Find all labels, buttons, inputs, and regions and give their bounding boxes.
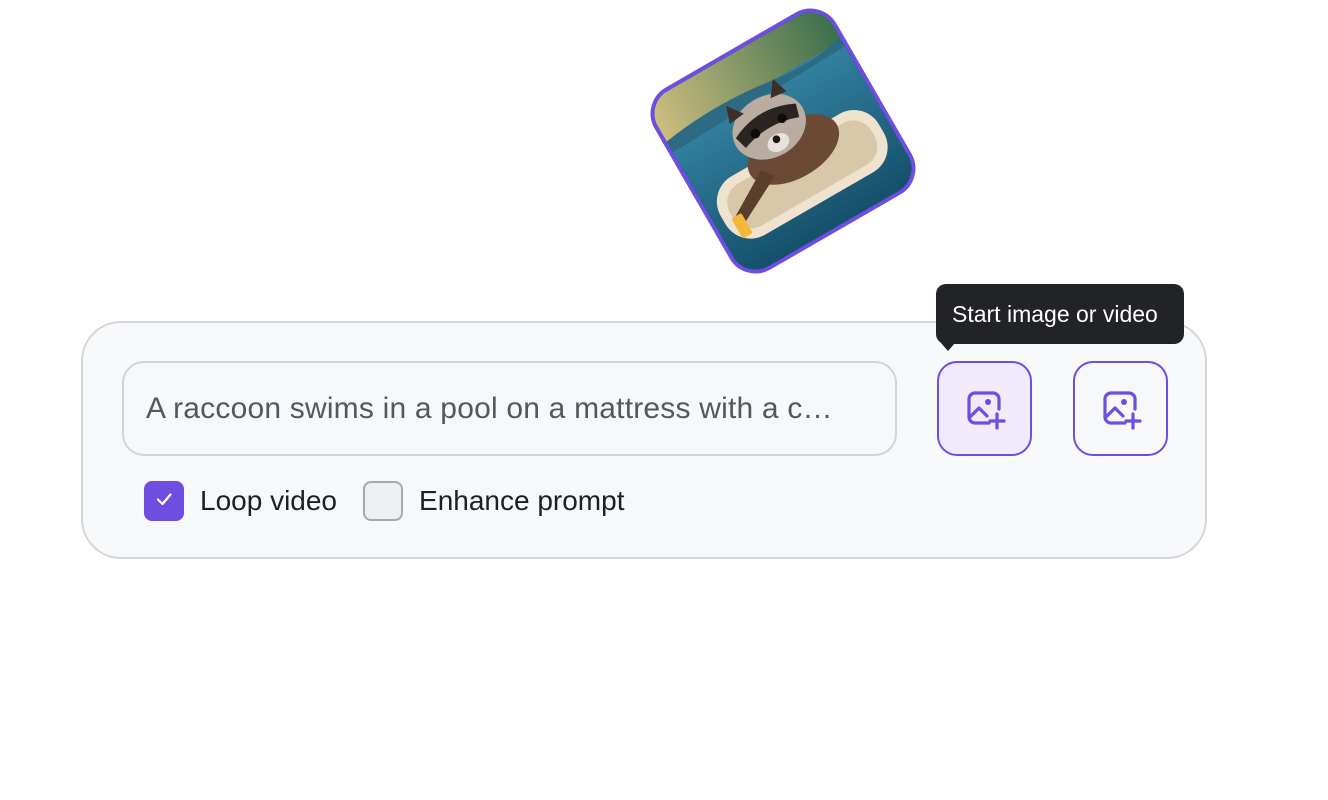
prompt-input-text: A raccoon swims in a pool on a mattress … xyxy=(146,391,833,425)
app-stage: A raccoon swims in a pool on a mattress … xyxy=(0,0,1328,800)
loop-video-label: Loop video xyxy=(200,485,338,516)
prompt-input[interactable]: A raccoon swims in a pool on a mattress … xyxy=(122,361,897,456)
check-icon xyxy=(154,489,174,514)
generation-panel: A raccoon swims in a pool on a mattress … xyxy=(81,321,1207,559)
enhance-prompt-option[interactable]: Enhance prompt xyxy=(363,481,624,521)
image-add-icon xyxy=(963,387,1007,431)
loop-video-option[interactable]: Loop video xyxy=(144,481,337,521)
loop-video-checkbox[interactable] xyxy=(144,481,184,521)
image-add-icon xyxy=(1099,387,1143,431)
tooltip-text: Start image or video xyxy=(952,300,1158,327)
tooltip: Start image or video xyxy=(936,284,1184,344)
start-image-preview[interactable] xyxy=(639,0,927,285)
options-row: Loop video Enhance prompt xyxy=(144,481,650,521)
tooltip-arrow xyxy=(941,343,955,351)
enhance-prompt-label: Enhance prompt xyxy=(419,485,625,516)
raccoon-pool-image xyxy=(645,3,921,279)
enhance-prompt-checkbox[interactable] xyxy=(363,481,404,521)
end-image-button[interactable] xyxy=(1073,361,1168,456)
start-image-button[interactable] xyxy=(937,361,1032,456)
